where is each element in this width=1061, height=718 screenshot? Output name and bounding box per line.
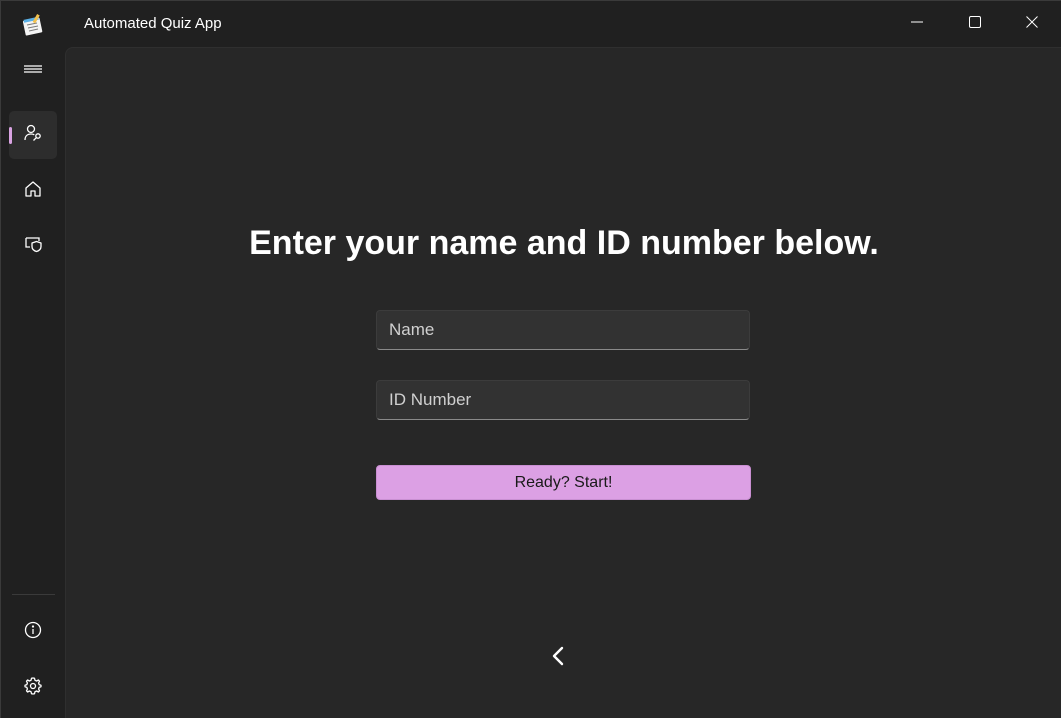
name-input[interactable] (376, 310, 750, 350)
nav-divider (12, 594, 55, 595)
app-window: Automated Quiz App Enter your name and I… (0, 0, 1061, 718)
gear-icon (24, 676, 42, 700)
back-button[interactable] (544, 644, 572, 672)
main-content: Enter your name and ID number below. Rea… (65, 47, 1061, 718)
minimize-button[interactable] (888, 1, 946, 47)
nav-item-shield[interactable] (9, 222, 57, 270)
chevron-left-icon (550, 645, 566, 672)
start-button[interactable]: Ready? Start! (376, 465, 751, 500)
info-icon (24, 621, 42, 644)
nav-item-home[interactable] (9, 167, 57, 215)
person-key-icon (24, 124, 42, 147)
navigation-rail (1, 47, 65, 718)
nav-item-account[interactable] (9, 111, 57, 159)
id-number-input[interactable] (376, 380, 750, 420)
nav-item-settings[interactable] (9, 664, 57, 712)
minimize-icon (910, 15, 924, 34)
page-heading: Enter your name and ID number below. (249, 224, 879, 262)
close-icon (1025, 15, 1039, 34)
maximize-icon (968, 15, 982, 34)
close-button[interactable] (1003, 1, 1061, 47)
maximize-button[interactable] (946, 1, 1004, 47)
nav-menu-toggle[interactable] (9, 47, 57, 95)
nav-item-info[interactable] (9, 608, 57, 656)
home-icon (24, 180, 42, 203)
title-bar[interactable]: Automated Quiz App (1, 1, 1061, 47)
quiz-notepad-icon (21, 13, 45, 37)
hamburger-icon (24, 60, 42, 83)
window-title: Automated Quiz App (84, 15, 222, 32)
shield-monitor-icon (24, 235, 42, 258)
